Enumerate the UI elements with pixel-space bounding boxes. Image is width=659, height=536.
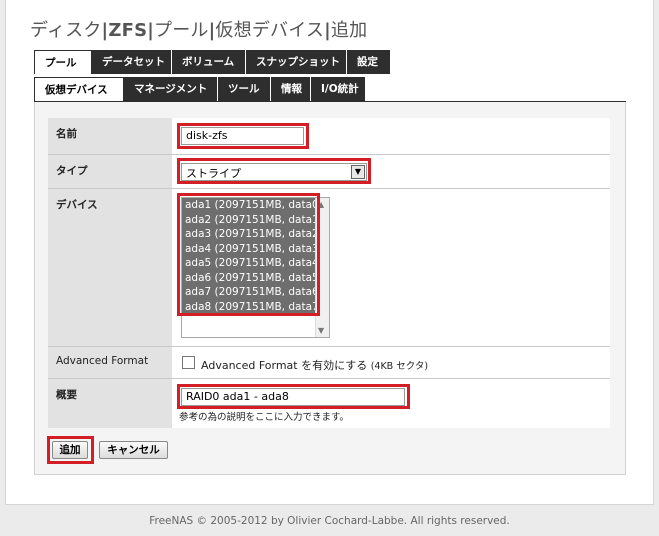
tab-io-stats[interactable]: I/O統計 (311, 77, 366, 101)
tab-snapshots[interactable]: スナップショット (246, 50, 347, 74)
title-separator: | (324, 20, 331, 41)
highlight-devices (177, 193, 320, 316)
scroll-down-icon[interactable]: ▼ (318, 326, 324, 335)
type-label: タイプ (48, 155, 172, 188)
title-separator: | (147, 20, 155, 41)
tab-volumes[interactable]: ボリューム (172, 50, 246, 74)
tab-datasets[interactable]: データセット (92, 50, 172, 74)
highlight-name (177, 123, 309, 149)
title-pools: プール (154, 20, 209, 41)
highlight-add-button (47, 436, 94, 464)
devices-label: デバイス (48, 189, 172, 346)
description-help: 参考の為の説明をここに入力できます。 (179, 412, 350, 423)
tab-tools[interactable]: ツール (218, 77, 271, 101)
title-add: 追加 (330, 20, 368, 41)
highlight-description (177, 384, 410, 409)
cancel-button[interactable]: キャンセル (99, 441, 168, 459)
tab-bar-secondary: 仮想デバイス マネージメント ツール 情報 I/O統計 (34, 77, 366, 101)
tab-vdev[interactable]: 仮想デバイス (34, 77, 124, 101)
af-checkbox-note: (4KB セクタ) (370, 361, 429, 372)
tab-info[interactable]: 情報 (271, 77, 311, 101)
tab-settings[interactable]: 設定 (347, 50, 391, 74)
page-title: ディスク|ZFS|プール|仮想デバイス|追加 (30, 16, 367, 42)
description-label: 概要 (48, 379, 172, 428)
name-label: 名前 (48, 118, 172, 154)
footer-copyright: FreeNAS © 2005-2012 by Olivier Cochard-L… (149, 515, 510, 527)
advanced-format-checkbox[interactable] (182, 356, 195, 369)
title-vdev: 仮想デバイス (215, 20, 325, 41)
advanced-format-checkbox-label[interactable]: Advanced Format を有効にする (4KB セクタ) (201, 357, 428, 373)
highlight-type (177, 158, 371, 184)
title-disks: ディスク (30, 20, 102, 41)
title-zfs: ZFS (108, 20, 148, 41)
tab-bar-primary: プール データセット ボリューム スナップショット 設定 (34, 50, 391, 74)
tab-management[interactable]: マネージメント (124, 77, 218, 101)
af-checkbox-text: Advanced Format を有効にする (201, 359, 368, 372)
form-row-name: 名前 (48, 118, 610, 154)
advanced-format-label: Advanced Format (48, 347, 172, 378)
tab-pools[interactable]: プール (34, 50, 92, 74)
